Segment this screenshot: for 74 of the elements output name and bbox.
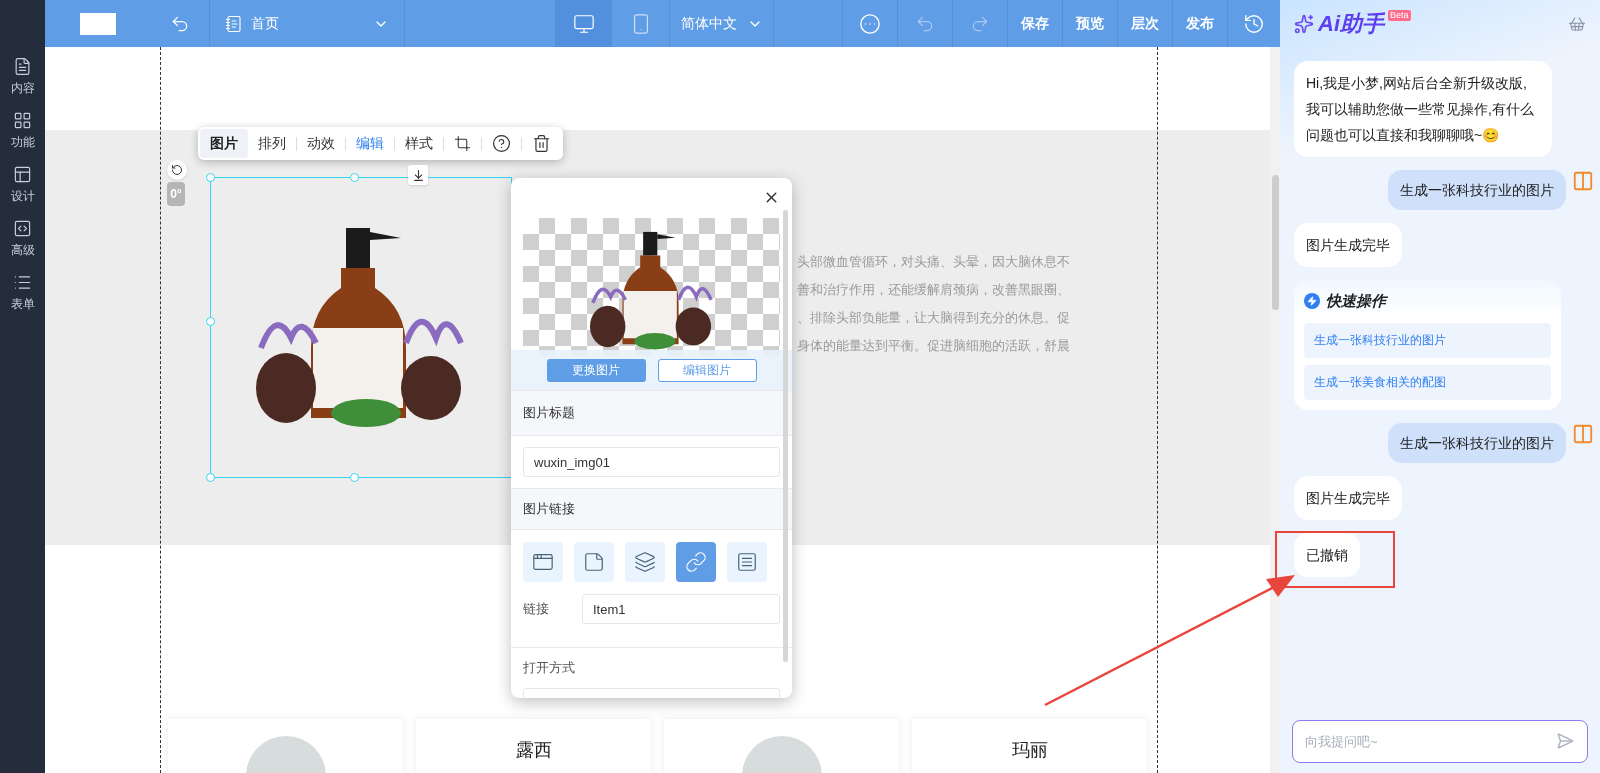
layout-icon [13,165,32,184]
resize-handle[interactable] [206,473,215,482]
clear-button[interactable] [1568,14,1586,33]
logo-block [79,12,116,35]
title-input[interactable]: wuxin_img01 [523,447,780,477]
rotation-badge: 0° [167,182,185,206]
download-button[interactable] [408,165,428,185]
body-text: 身体的能量达到平衡。促进脑细胞的活跃，舒晨 [797,337,1070,355]
link-icon [685,551,707,573]
list-icon [736,551,758,573]
rotate-icon [171,164,183,176]
quick-action-item[interactable]: 生成一张美食相关的配图 [1304,364,1551,400]
sidebar-item[interactable]: 设计 [10,165,35,205]
resize-handle[interactable] [350,173,359,182]
beta-badge: Beta [1388,10,1411,21]
trash-icon [532,134,551,153]
list-icon [13,273,32,292]
quick-actions-title: 快速操作 [1326,291,1386,311]
document-icon [13,57,32,76]
assistant-message: 图片生成完毕 [1294,223,1402,267]
field-label: 链接 [523,600,550,619]
user-message: 生成一张科技行业的图片 [1388,422,1566,463]
section-label: 打开方式 [523,660,575,675]
toolbar-tab[interactable]: 样式 [395,129,443,158]
profile-name: 露西 [515,739,552,762]
chat-input[interactable]: 向我提问吧~ [1292,720,1588,763]
layers-icon [634,551,656,573]
assistant-title: Ai助手 [1318,10,1384,38]
selected-image-frame[interactable] [210,177,512,478]
sidebar-item[interactable]: 内容 [10,57,35,97]
sparkle-icon [1294,13,1314,34]
quick-action-item[interactable]: 生成一张科技行业的图片 [1304,322,1551,358]
crop-icon [454,135,471,152]
devices-icon [1572,422,1594,445]
more-icon [859,12,881,35]
grid-icon [13,111,32,130]
history-icon [1243,12,1265,35]
send-icon [1556,732,1574,750]
assistant-message: 已撤销 [1294,532,1360,577]
body-text: 、排除头部负能量，让大脑得到充分的休息。促 [797,309,1070,327]
assistant-message: 图片生成完毕 [1294,475,1402,520]
lightning-icon [1304,293,1320,310]
sidebar-item[interactable]: 功能 [10,111,35,151]
link-type-option[interactable] [727,542,767,582]
link-type-option[interactable] [625,542,665,582]
body-text: 头部微血管循环，对头痛、头晕，因大脑休息不 [797,253,1070,271]
assistant-message: Hi,我是小梦,网站后台全新升级改版,我可以辅助您做一些常见操作,有什么问题也可以直接和我聊聊哦~😊 [1294,61,1552,157]
user-message: 生成一张科技行业的图片 [1388,170,1566,210]
link-type-option[interactable] [523,542,563,582]
toolbar-tab[interactable]: 图片 [200,129,248,158]
resize-handle[interactable] [206,317,215,326]
profile-name: 玛丽 [1011,739,1048,762]
help-icon [492,134,511,153]
basket-icon [1568,14,1586,33]
section-header: 图片标题 [511,390,792,436]
toolbar-tab[interactable]: 动效 [297,129,345,158]
section-header: 图片链接 [511,488,792,530]
sidebar-item[interactable]: 高级 [10,219,35,259]
code-icon [13,219,32,238]
toolbar-tab[interactable]: 编辑 [346,129,394,158]
note-icon [583,551,605,573]
body-text: 善和治疗作用，还能缓解肩颈病，改善黑眼圈、 [797,281,1070,299]
link-type-option[interactable] [574,542,614,582]
page-icon [225,14,243,33]
toolbar-tab[interactable]: 排列 [248,129,296,158]
download-icon [411,168,425,182]
monitor-icon [572,12,595,35]
link-input[interactable]: Item1 [582,594,780,624]
resize-handle[interactable] [350,473,359,482]
window-icon [532,551,554,573]
device-toggle[interactable] [555,0,612,47]
devices-icon [1572,170,1594,192]
resize-handle[interactable] [206,173,215,182]
sidebar-item[interactable]: 表单 [10,273,35,313]
